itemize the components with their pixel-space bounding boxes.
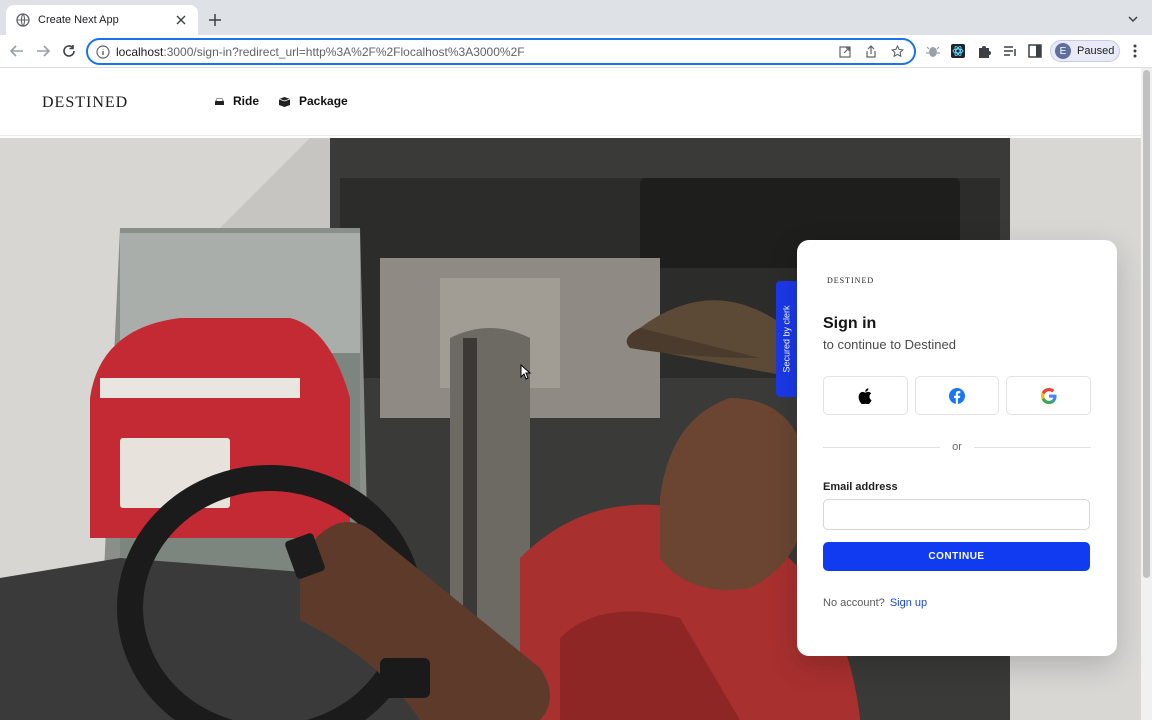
or-divider: or bbox=[823, 441, 1091, 453]
puzzle-icon[interactable] bbox=[975, 42, 993, 60]
mouse-cursor-icon bbox=[520, 364, 532, 380]
signup-link[interactable]: Sign up bbox=[890, 597, 927, 609]
browser-toolbar: localhost:3000/sign-in?redirect_url=http… bbox=[0, 35, 1152, 68]
email-label: Email address bbox=[823, 481, 898, 493]
site-header: DESTINED Ride Package bbox=[0, 68, 1141, 136]
facebook-icon bbox=[949, 387, 965, 404]
facebook-signin-button[interactable] bbox=[914, 376, 1000, 415]
side-panel-icon[interactable] bbox=[1026, 42, 1044, 60]
nav-ride-label: Ride bbox=[233, 94, 260, 108]
car-icon bbox=[215, 98, 224, 105]
site-logo[interactable]: DESTINED bbox=[42, 94, 128, 112]
clerk-badge-text: Secured by clerk bbox=[782, 305, 792, 373]
address-bar[interactable]: localhost:3000/sign-in?redirect_url=http… bbox=[86, 38, 916, 65]
star-icon[interactable] bbox=[888, 43, 906, 61]
signin-title: Sign in bbox=[823, 315, 877, 332]
url-host: localhost bbox=[116, 44, 164, 59]
kebab-menu-icon[interactable] bbox=[1126, 42, 1144, 60]
profile-button[interactable]: E Paused bbox=[1050, 40, 1120, 62]
package-icon bbox=[278, 96, 291, 107]
email-field[interactable] bbox=[823, 499, 1090, 530]
clerk-badge[interactable]: Secured by clerk bbox=[776, 281, 798, 397]
share-icon[interactable] bbox=[862, 43, 880, 61]
info-icon[interactable] bbox=[96, 44, 110, 59]
open-in-icon[interactable] bbox=[836, 43, 854, 61]
nav-ride[interactable]: Ride bbox=[214, 94, 259, 108]
url-path: :3000/sign-in?redirect_url=http%3A%2F%2F… bbox=[163, 44, 525, 59]
card-logo: DESTINED bbox=[827, 276, 875, 285]
chevron-down-icon[interactable] bbox=[1126, 12, 1140, 26]
divider-line bbox=[973, 446, 1091, 448]
forward-icon[interactable] bbox=[34, 42, 52, 60]
tab-title: Create Next App bbox=[38, 14, 119, 26]
nav-package-label: Package bbox=[299, 94, 348, 108]
globe-icon bbox=[16, 13, 30, 27]
avatar: E bbox=[1055, 43, 1071, 59]
google-signin-button[interactable] bbox=[1006, 376, 1092, 415]
apple-signin-button[interactable] bbox=[823, 376, 908, 415]
page-viewport: DESTINED Ride Package Secured by clerk D… bbox=[0, 68, 1141, 720]
reload-icon[interactable] bbox=[60, 42, 78, 60]
signup-row: No account? Sign up bbox=[823, 597, 1091, 609]
close-tab-icon[interactable] bbox=[174, 13, 188, 27]
tab-strip: Create Next App bbox=[0, 0, 1152, 35]
browser-tab[interactable]: Create Next App bbox=[6, 5, 198, 35]
page-scrollbar[interactable] bbox=[1141, 68, 1152, 720]
url-text: localhost:3000/sign-in?redirect_url=http… bbox=[116, 45, 828, 59]
google-icon bbox=[1040, 387, 1057, 404]
signin-subtitle: to continue to Destined bbox=[823, 337, 956, 352]
divider-line bbox=[823, 446, 941, 448]
apple-icon bbox=[858, 387, 872, 404]
react-devtools-icon[interactable] bbox=[949, 42, 967, 60]
nav-package[interactable]: Package bbox=[278, 94, 348, 108]
profile-status: Paused bbox=[1077, 45, 1115, 57]
social-buttons bbox=[823, 376, 1092, 415]
scrollbar-thumb[interactable] bbox=[1143, 70, 1150, 578]
signin-card: DESTINED Sign in to continue to Destined… bbox=[797, 240, 1117, 656]
divider-text: or bbox=[952, 441, 962, 453]
reading-list-icon[interactable] bbox=[1001, 42, 1019, 60]
back-icon[interactable] bbox=[8, 42, 26, 60]
continue-button[interactable]: CONTINUE bbox=[823, 542, 1090, 571]
extension-bug-icon[interactable] bbox=[924, 42, 942, 60]
no-account-text: No account? bbox=[823, 597, 885, 609]
new-tab-icon[interactable] bbox=[206, 11, 224, 29]
